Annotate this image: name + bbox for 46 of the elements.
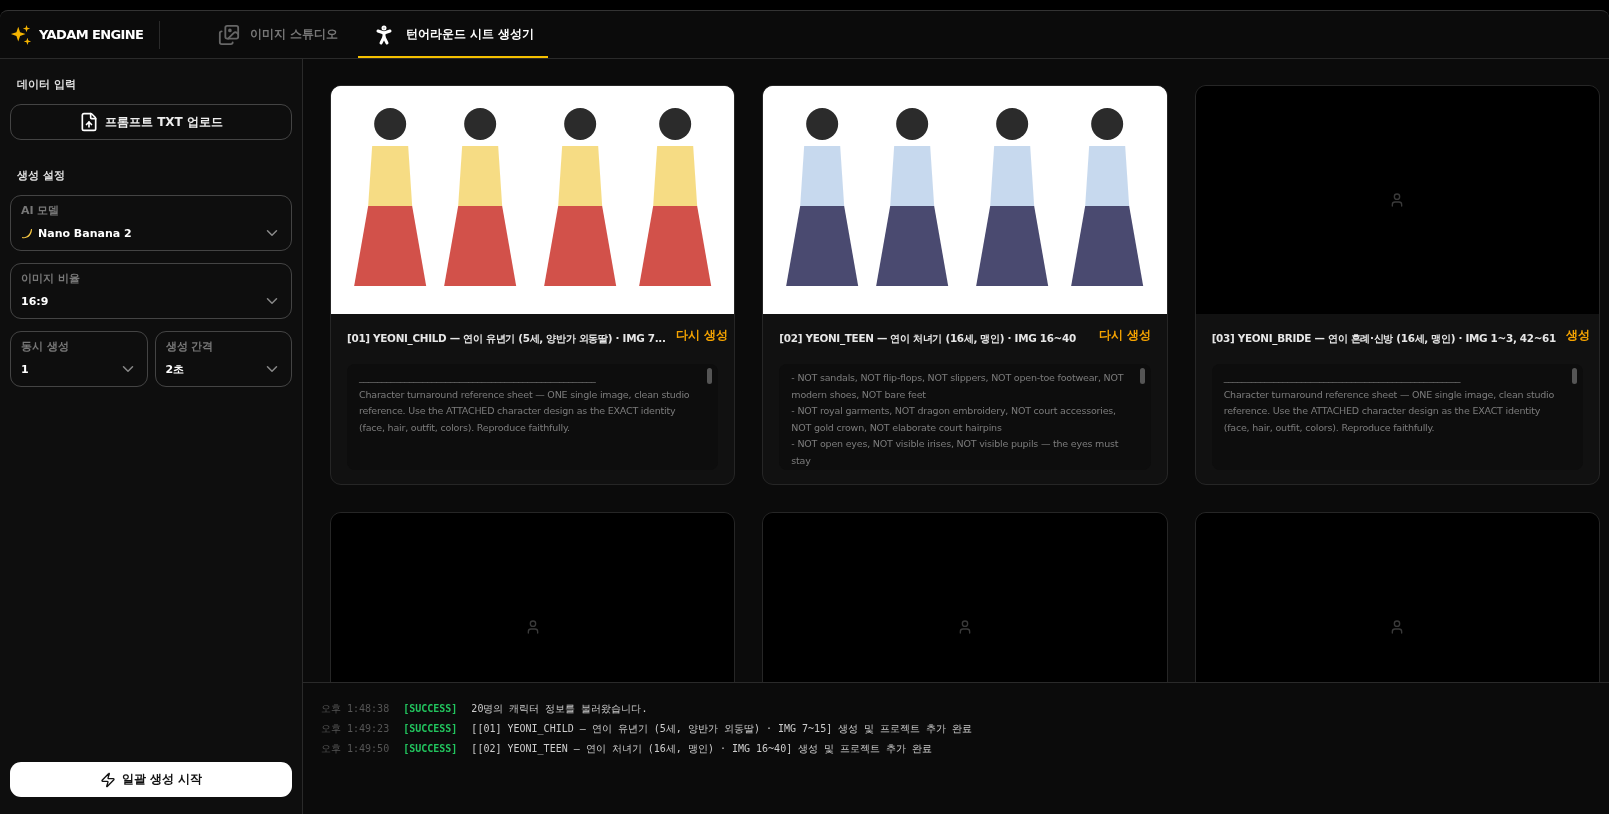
upload-button[interactable]: 프롬프트 TXT 업로드 [10,104,292,140]
generate-link[interactable]: 생성 [1566,328,1590,343]
log-time: 오후 1:49:23 [321,722,390,736]
scrollbar-thumb[interactable] [1139,368,1145,384]
generate-link[interactable]: 다시 생성 [675,328,728,343]
select-value: Nano Banana 2 [38,226,132,240]
prompt-line: - NOT sandals, NOT flip-flops, NOT slippers, NOT open-toe footwear, NOT modern shoes, NOT bare feet [791,371,1125,402]
images-icon [218,23,241,46]
log-level: [SUCCESS] [403,723,458,734]
sparkles-icon [10,23,32,46]
prompt-line: ____________________________________________________ [359,371,597,385]
banana-icon [21,227,33,239]
start-button[interactable]: 일괄 생성 시작 [10,762,292,797]
card-title: [02] YEONI_TEEN — 연이 처녀기 (16세, 맹인) · IMG 16~40 [779,331,1076,346]
section-title: 생성 설정 [17,168,66,183]
log-message: [[01] YEONI_CHILD — 연이 유년기 (5세, 양반가 외동딸) · IMG 7~15] 생성 및 프로젝트 추가 완료 [471,722,973,736]
file-upload-icon [79,112,99,132]
log-message: [[02] YEONI_TEEN — 연이 처녀기 (16세, 맹인) · IMG 16~40] 생성 및 프로젝트 추가 완료 [471,742,933,756]
prompt-line: Character turnaround reference sheet — ONE single image, clean studio reference. Use the ATTACHED character design as the EXACT identity (face, hair, outfit, colors). Reproduce faithfully. [359,387,691,435]
card-title: [03] YEONI_BRIDE — 연이 혼례·신방 (16세, 맹인) · IMG 1~3, 42~61 [1211,331,1556,346]
user-icon [957,619,973,635]
log-time: 오후 1:49:50 [321,742,390,756]
select-value: 2초 [165,361,185,377]
log-time: 오후 1:48:38 [321,702,390,716]
select-field[interactable]: 이미지 비율 16:9 [10,263,292,319]
select-value: 16:9 [21,294,49,308]
prompt-line: - NOT royal garments, NOT dragon embroidery, NOT court accessories, NOT gold crown, NOT elaborate court hairpins [791,404,1117,435]
prompt-line: Character turnaround reference sheet — ONE single image, clean studio reference. Use the ATTACHED character design as the EXACT identity (face, hair, outfit, colors). Reproduce faithfully. [1223,387,1556,435]
select-field[interactable]: AI 모델 Nano Banana 2 [10,195,292,251]
lightning-icon [99,771,116,788]
tab[interactable]: 턴어라운드 시트 생성기 [358,11,549,58]
select-field[interactable]: 생성 간격 2초 [154,331,292,387]
section-title: 데이터 입력 [17,77,77,92]
select-field[interactable]: 동시 생성 1 [10,331,148,387]
select-value: 1 [21,362,29,376]
log-level: [SUCCESS] [403,743,458,754]
log-message: 20명의 캐릭터 정보를 불러왔습니다. [471,702,648,716]
tab[interactable]: 이미지 스튜디오 [204,11,353,58]
scrollbar-thumb[interactable] [707,368,713,384]
app-logo: YADAM ENGINE [39,27,144,42]
card-title: [01] YEONI_CHILD — 연이 유년기 (5세, 양반가 외동딸) · IMG 7... [347,331,666,346]
generate-link[interactable]: 다시 생성 [1098,328,1151,343]
scrollbar-thumb[interactable] [1572,368,1577,384]
prompt-line: ____________________________________________________ [1223,371,1462,385]
prompt-line: - NOT open eyes, NOT visible irises, NOT visible pupils — the eyes must stay [791,437,1120,468]
log-level: [SUCCESS] [403,703,458,714]
